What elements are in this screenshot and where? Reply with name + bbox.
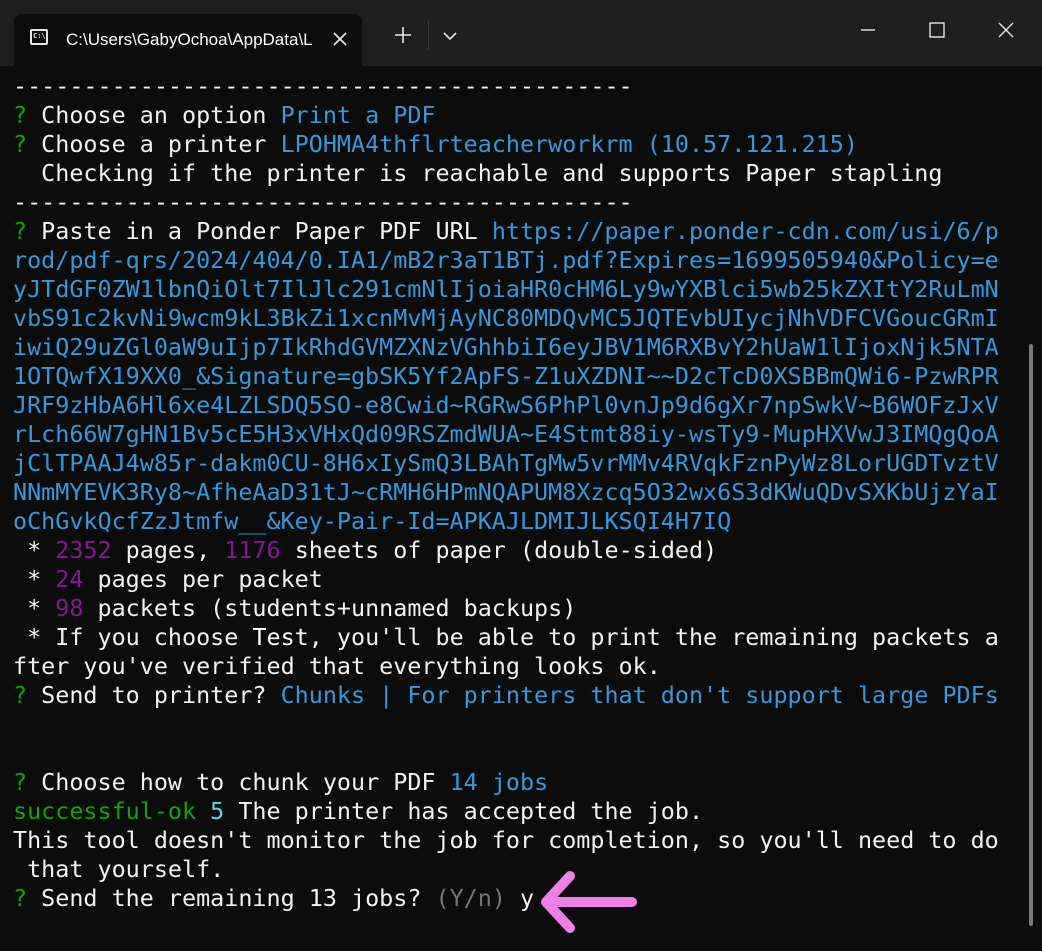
- prompt-mark: ?: [13, 768, 28, 796]
- pdf-url-line: JRF9zHbA6Hl6xe4LZLSDQ5SO-e8Cwid~RGRwS6Ph…: [13, 391, 999, 419]
- maximize-icon[interactable]: [925, 18, 949, 42]
- test-note-continued: fter you've verified that everything loo…: [13, 652, 661, 680]
- tab-close-icon[interactable]: [330, 29, 350, 49]
- test-note: * If you choose Test, you'll be able to …: [13, 623, 1013, 652]
- prompt-send-to-printer: ? Send to printer? Chunks | For printers…: [13, 681, 1013, 710]
- pink-arrow-annotation: [541, 871, 637, 933]
- prompt-paste-url: ? Paste in a Ponder Paper PDF URL https:…: [13, 217, 1013, 246]
- job-message: The printer has accepted the job.: [224, 797, 704, 825]
- separator-line: ----------------------------------------…: [13, 72, 633, 100]
- pages-count: 2352: [55, 536, 112, 564]
- pdf-url-line: oChGvkQcfZzJtmfw__&Key-Pair-Id=APKAJLDMI…: [13, 507, 732, 535]
- monitor-note-continued: that yourself.: [13, 855, 225, 883]
- minimize-icon[interactable]: [856, 18, 880, 42]
- prompt-choose-option: ? Choose an option Print a PDF: [13, 101, 1013, 130]
- chevron-down-icon[interactable]: [440, 26, 460, 46]
- pages-per-packet-label: pages per packet: [83, 565, 323, 593]
- pages-label: pages,: [111, 536, 225, 564]
- separator-line: ----------------------------------------…: [13, 188, 633, 216]
- prompt-answer: LPOHMA4thflrteacherworkrm (10.57.121.215…: [280, 130, 858, 158]
- pdf-url-line: NNmMYEVK3Ry8~AfheAaD31tJ~cRMH6HPmNQAPUM8…: [13, 478, 999, 506]
- close-window-icon[interactable]: [994, 18, 1018, 42]
- titlebar-divider: [428, 20, 429, 50]
- terminal-output[interactable]: ----------------------------------------…: [13, 72, 1013, 913]
- command-prompt-icon: C:\: [30, 29, 48, 45]
- new-tab-plus-icon[interactable]: [392, 24, 414, 46]
- stat-pages: * 2352 pages, 1176 sheets of paper (doub…: [13, 536, 1013, 565]
- prompt-mark: ?: [13, 130, 28, 158]
- prompt-answer: 14 jobs: [449, 768, 549, 796]
- tab-title: C:\Users\GabyOchoa\AppData\Local\Microso…: [66, 30, 312, 49]
- sheets-label: sheets of paper (double-sided): [280, 536, 718, 564]
- prompt-mark: ?: [13, 681, 28, 709]
- prompt-mark: ?: [13, 217, 28, 245]
- bullet: *: [13, 594, 56, 622]
- bullet: *: [13, 536, 56, 564]
- prompt-choose-printer: ? Choose a printer LPOHMA4thflrteacherwo…: [13, 130, 1013, 159]
- terminal-window: C:\ C:\Users\GabyOchoa\AppData\Local\Mic…: [0, 0, 1042, 951]
- monitor-note: This tool doesn't monitor the job for co…: [13, 826, 999, 854]
- job-code: 5: [196, 797, 225, 825]
- pdf-url-line: rLch66W7gHN1Bv5cE5H3xVHxQd09RSZmdWUA~E4S…: [13, 420, 999, 448]
- test-note-prefix: * If you choose: [13, 623, 253, 651]
- pdf-url-line: rod/pdf-qrs/2024/404/0.IA1/mB2r3aT1BTj.p…: [13, 246, 999, 274]
- job-result: successful-ok 5 The printer has accepted…: [13, 797, 1013, 826]
- stat-pages-per-packet: * 24 pages per packet: [13, 565, 1013, 594]
- test-word: Test: [252, 623, 309, 651]
- prompt-answer: Chunks | For printers that don't support…: [280, 681, 999, 709]
- prompt-send-remaining[interactable]: ? Send the remaining 13 jobs? (Y/n) y: [13, 884, 1013, 913]
- pdf-url-line: 1OTQwfX19XX0_&Signature=gbSK5Yf2ApFS-Z1u…: [13, 362, 999, 390]
- pages-per-packet-count: 24: [55, 565, 84, 593]
- title-bar: C:\ C:\Users\GabyOchoa\AppData\Local\Mic…: [0, 0, 1042, 66]
- packets-count: 98: [55, 594, 84, 622]
- prompt-label: Choose an option: [27, 101, 281, 129]
- prompt-label: Paste in a Ponder Paper PDF URL: [27, 217, 492, 245]
- prompt-chunk: ? Choose how to chunk your PDF 14 jobs: [13, 768, 1013, 797]
- prompt-input[interactable]: y: [506, 884, 534, 912]
- stat-packets: * 98 packets (students+unnamed backups): [13, 594, 1013, 623]
- prompt-hint: (Y/n): [435, 884, 506, 912]
- prompt-mark: ?: [13, 884, 28, 912]
- prompt-mark: ?: [13, 101, 28, 129]
- scrollbar-thumb[interactable]: [1029, 344, 1033, 926]
- prompt-label: Send the remaining 13 jobs?: [27, 884, 436, 912]
- pdf-url-line: iwiQ29uZGl0aW9uIjp7IkRhdGVMZXNzVGhhbiI6e…: [13, 333, 999, 361]
- packets-label: packets (students+unnamed backups): [83, 594, 577, 622]
- pdf-url-line: vbS91c2kvNi9wcm9kL3BkZi1xcnMvMjAyNC80MDQ…: [13, 304, 999, 332]
- prompt-label: Choose how to chunk your PDF: [27, 768, 450, 796]
- prompt-label: Choose a printer: [27, 130, 281, 158]
- bullet: *: [13, 565, 56, 593]
- pdf-url-line: jClTPAAJ4w85r-dakm0CU-8H6xIySmQ3LBAhTgMw…: [13, 449, 999, 477]
- pdf-url-line: yJTdGF0ZW1lbnQiOlt7IlJlc291cmNlIjoiaHR0c…: [13, 275, 999, 303]
- job-status: successful-ok: [13, 797, 197, 825]
- test-note-suffix: , you'll be able to print the remaining …: [308, 623, 999, 651]
- terminal-tab[interactable]: C:\ C:\Users\GabyOchoa\AppData\Local\Mic…: [14, 14, 362, 66]
- prompt-answer: Print a PDF: [280, 101, 436, 129]
- prompt-label: Send to printer?: [27, 681, 281, 709]
- pdf-url-part: https://paper.ponder-cdn.com/usi/6/p: [491, 217, 999, 245]
- sheets-count: 1176: [224, 536, 281, 564]
- checking-printer-status: Checking if the printer is reachable and…: [13, 159, 943, 187]
